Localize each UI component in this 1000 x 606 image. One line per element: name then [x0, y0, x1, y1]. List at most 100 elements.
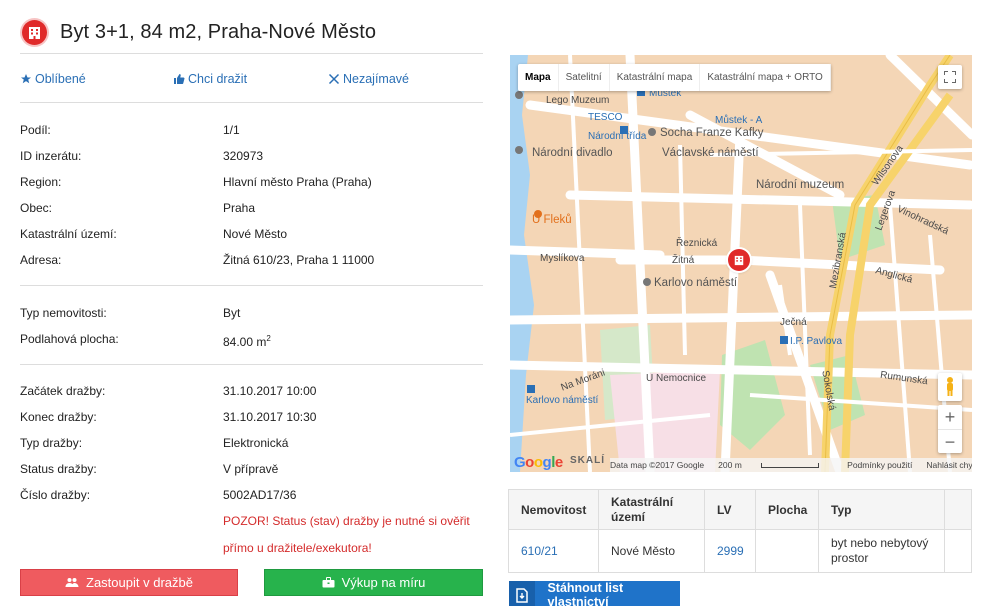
info-key: ID inzerátu: — [20, 149, 82, 163]
info-row: Podlahová plocha: 84.00 m2 — [20, 331, 483, 357]
custom-buyout-label: Výkup na míru — [341, 575, 426, 590]
info-row: Typ nemovitosti: Byt — [20, 305, 483, 331]
custom-buyout-button[interactable]: Výkup na míru — [264, 569, 483, 596]
map-type-satellite[interactable]: Satelitní — [559, 64, 610, 91]
info-value: Žitná 610/23, Praha 1 11000 — [223, 253, 375, 267]
status-warning-line1: POZOR! Status (stav) dražby je nutné si … — [223, 514, 470, 528]
map-label-lego: Lego Muzeum — [546, 95, 610, 106]
map-scale-label: 200 m — [718, 460, 742, 470]
represent-in-auction-button[interactable]: Zastoupit v dražbě — [20, 569, 238, 596]
pegman-icon — [947, 377, 953, 396]
info-value: Elektronická — [223, 436, 289, 450]
divider — [20, 364, 483, 365]
map-label-mustek-a: Můstek - A — [715, 115, 763, 126]
cell-type: byt nebo nebytový prostor — [818, 529, 945, 573]
table-row: 610/21 Nové Město 2999 byt nebo nebytový… — [508, 529, 972, 573]
cell-extra — [944, 529, 972, 573]
street-view-button[interactable] — [938, 373, 962, 401]
location-pin-icon[interactable] — [728, 249, 750, 271]
zoom-in-button[interactable]: + — [938, 405, 962, 429]
info-key: Adresa: — [20, 253, 62, 267]
table-header-row: Nemovitost Katastrální území LV Plocha T… — [508, 489, 972, 530]
info-value: 320973 — [223, 149, 264, 163]
briefcase-icon — [322, 577, 335, 588]
action-bar: Oblíbené Chci dražit Nezajímavé — [20, 56, 483, 103]
lv-link[interactable]: 2999 — [717, 544, 744, 558]
map-label-reznicka: Řeznická — [676, 238, 718, 249]
info-value: 5002AD17/36 — [223, 488, 297, 502]
info-key: Konec dražby: — [20, 410, 97, 424]
info-key: Katastrální území: — [20, 227, 117, 241]
info-value: Hlavní město Praha (Praha) — [223, 175, 372, 189]
col-header-property: Nemovitost — [508, 489, 599, 530]
want-to-bid-button[interactable]: Chci dražit — [173, 72, 247, 86]
info-row: Region: Hlavní město Praha (Praha) — [20, 174, 483, 200]
info-value: Praha — [223, 201, 256, 215]
zoom-control: + − — [938, 405, 962, 453]
info-value: 84.00 m2 — [223, 331, 271, 350]
info-row: Podíl: 1/1 — [20, 122, 483, 148]
fullscreen-icon — [944, 71, 956, 83]
map-scale: 200 m — [718, 460, 833, 470]
map-attribution: Google Data map ©2017 Google 200 m Podmí… — [510, 454, 972, 472]
floor-area-value: 84.00 m — [223, 335, 267, 349]
col-header-cadastral: Katastrální území — [598, 489, 705, 530]
thumbs-up-icon — [174, 74, 185, 84]
map-type-map[interactable]: Mapa — [518, 64, 559, 91]
download-ownership-sheet-label: Stáhnout list vlastnictví — [547, 581, 624, 606]
cell-lv: 2999 — [704, 529, 756, 573]
map-label-karlovo-metro: Karlovo náměstí — [526, 395, 599, 406]
location-map[interactable]: Lego Muzeum TESCO Můstek Můstek - A Náro… — [510, 55, 972, 472]
info-row: Status dražby: V přípravě — [20, 461, 483, 487]
favorite-button[interactable]: Oblíbené — [20, 72, 86, 86]
page-header: Byt 3+1, 84 m2, Praha-Nové Město — [20, 12, 483, 54]
cell-area — [755, 529, 819, 573]
map-label-zitna: Žitná — [672, 255, 695, 266]
map-label-myslikova: Myslíkova — [540, 253, 585, 264]
info-row: ID inzerátu: 320973 — [20, 148, 483, 174]
download-ownership-sheet-button[interactable]: Stáhnout list vlastnictví — [509, 581, 680, 606]
info-row: Typ dražby: Elektronická — [20, 435, 483, 461]
building-icon — [22, 20, 47, 45]
page-title: Byt 3+1, 84 m2, Praha-Nové Město — [60, 21, 377, 43]
attribution-bar: Data map ©2017 Google 200 m Podmínky pou… — [610, 458, 972, 472]
info-value: 1/1 — [223, 123, 240, 137]
close-icon — [328, 73, 340, 85]
info-row: Číslo dražby: 5002AD17/36 — [20, 487, 483, 513]
users-icon — [65, 578, 79, 587]
google-logo: Google — [514, 454, 563, 471]
col-header-type: Typ — [818, 489, 945, 530]
info-row: Začátek dražby: 31.10.2017 10:00 — [20, 383, 483, 409]
favorite-label: Oblíbené — [35, 72, 86, 86]
map-data-credit: Data map ©2017 Google — [610, 460, 705, 470]
not-interested-button[interactable]: Nezajímavé — [328, 72, 409, 86]
info-row: Katastrální území: Nové Město — [20, 226, 483, 252]
cell-cadastral: Nové Město — [598, 529, 705, 573]
info-key: Začátek dražby: — [20, 384, 106, 398]
col-header-lv: LV — [704, 489, 756, 530]
map-terms-link[interactable]: Podmínky použití — [847, 460, 912, 470]
map-label-tesco: TESCO — [588, 112, 623, 123]
divider — [20, 285, 483, 286]
col-header-area: Plocha — [755, 489, 819, 530]
map-scale-bar — [761, 463, 820, 469]
info-value: 31.10.2017 10:30 — [223, 410, 317, 424]
zoom-out-button[interactable]: − — [938, 429, 962, 453]
col-header-extra — [944, 489, 972, 530]
map-label-narodni-muzeum: Národní muzeum — [756, 179, 845, 191]
map-type-cadastral-orto[interactable]: Katastrální mapa + ORTO — [700, 64, 831, 91]
map-report-link[interactable]: Nahlásit chybu v mapě — [926, 460, 972, 470]
info-value: Nové Město — [223, 227, 288, 241]
info-row: Konec dražby: 31.10.2017 10:30 — [20, 409, 483, 435]
map-label-u-fleku: U Fleků — [532, 214, 572, 226]
map-label-karlovo: Karlovo náměstí — [654, 277, 738, 289]
map-type-control: Mapa Satelitní Katastrální mapa Katastrá… — [518, 64, 831, 91]
fullscreen-button[interactable] — [938, 65, 962, 89]
want-to-bid-label: Chci dražit — [188, 72, 248, 86]
property-table: Nemovitost Katastrální území LV Plocha T… — [508, 489, 972, 573]
info-value: 31.10.2017 10:00 — [223, 384, 317, 398]
property-link[interactable]: 610/21 — [521, 544, 558, 558]
info-key: Číslo dražby: — [20, 488, 91, 502]
map-type-cadastral[interactable]: Katastrální mapa — [610, 64, 701, 91]
map-label-narodni-divadlo: Národní divadlo — [532, 147, 613, 159]
